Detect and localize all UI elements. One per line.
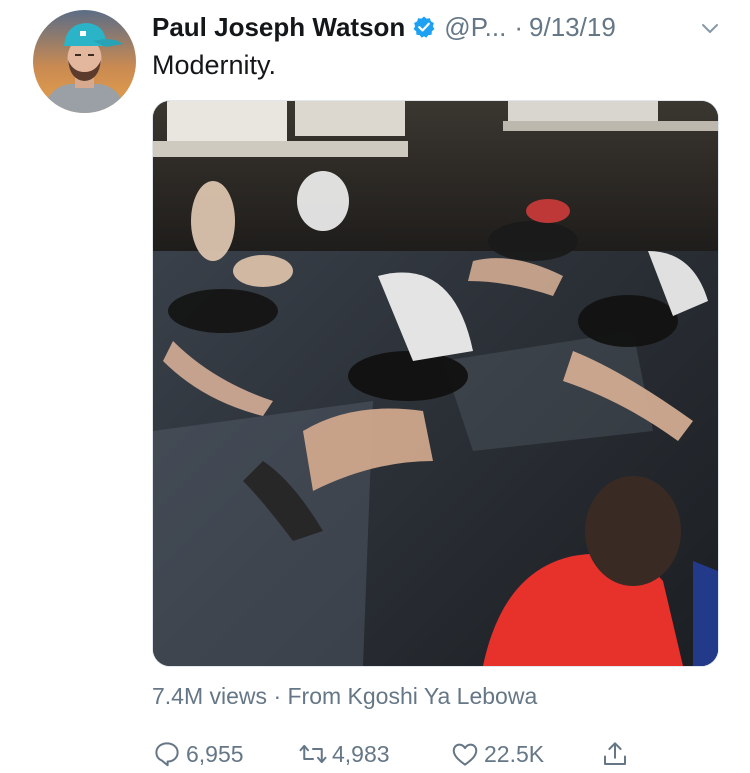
author-handle[interactable]: @P... — [444, 12, 506, 43]
tweet-video[interactable] — [152, 100, 719, 667]
video-source[interactable]: From Kgoshi Ya Lebowa — [288, 683, 538, 709]
share-icon — [604, 742, 626, 765]
view-count: 7.4M views — [152, 683, 268, 709]
header-separator: · — [514, 11, 524, 42]
reply-button[interactable]: 6,955 — [152, 736, 244, 772]
tweet-actions: 6,955 4,983 22.5K — [152, 736, 652, 772]
avatar[interactable] — [33, 10, 136, 113]
share-button[interactable] — [600, 736, 630, 772]
tweet-header: Paul Joseph Watson @P... · 9/13/19 — [152, 10, 722, 44]
retweet-button[interactable]: 4,983 — [298, 736, 390, 772]
retweet-count: 4,983 — [332, 740, 390, 767]
like-button[interactable]: 22.5K — [450, 736, 544, 772]
author-name[interactable]: Paul Joseph Watson — [152, 12, 405, 43]
meta-separator: · — [273, 683, 282, 709]
avatar-image — [33, 10, 136, 113]
tweet-text: Modernity. — [152, 50, 277, 80]
reply-count: 6,955 — [186, 740, 244, 767]
retweet-icon — [299, 744, 327, 764]
like-count: 22.5K — [484, 740, 545, 767]
verified-badge-icon — [412, 15, 436, 39]
heart-icon — [452, 743, 478, 766]
tweet-date[interactable]: 9/13/19 — [529, 12, 616, 43]
video-thumbnail — [153, 101, 718, 666]
reply-icon — [155, 742, 179, 767]
tweet-meta: 7.4M views · From Kgoshi Ya Lebowa — [152, 683, 537, 710]
chevron-down-icon[interactable] — [698, 16, 722, 40]
